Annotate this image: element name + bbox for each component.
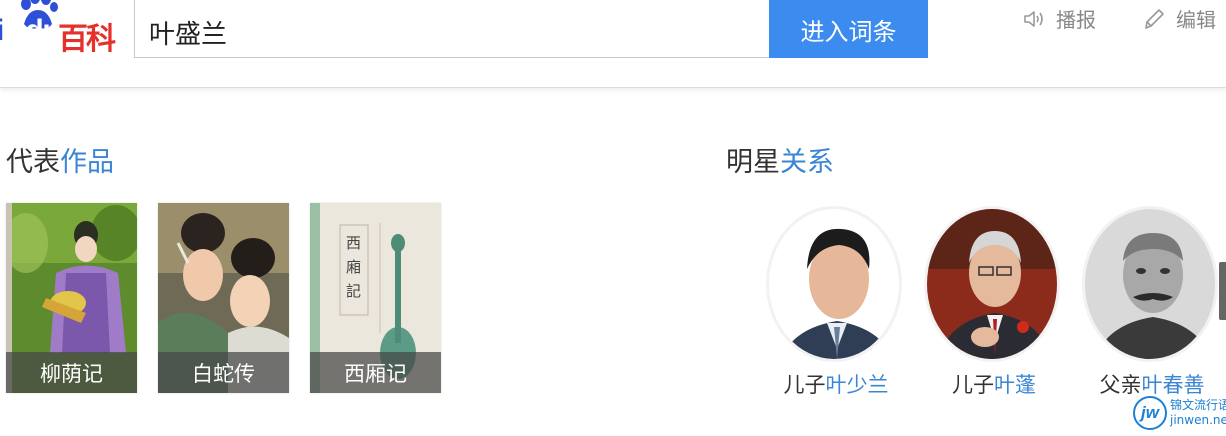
work-card-baishezhuan[interactable]: 白蛇传 — [158, 203, 289, 393]
logo-du-text: idu — [0, 14, 61, 47]
baidu-baike-logo[interactable]: idu 百科 — [0, 0, 120, 60]
play-label: 播报 — [1056, 8, 1096, 32]
pencil-icon — [1145, 8, 1164, 29]
star-relation: 儿子叶蓬 — [952, 373, 1036, 397]
work-card-liuyinji[interactable]: 柳荫记 — [6, 203, 137, 393]
work-title: 西厢记 — [310, 352, 441, 393]
watermark-line1: 锦文流行语 — [1170, 398, 1226, 412]
work-title: 白蛇传 — [158, 352, 289, 393]
enter-entry-button[interactable]: 进入词条 — [769, 0, 928, 58]
logo-baike-text: 百科 — [58, 22, 116, 57]
watermark-line2: jinwen.net — [1170, 413, 1226, 427]
ye-peng-avatar — [924, 206, 1060, 362]
ye-shaolan-avatar — [766, 206, 902, 362]
carousel-scroll-handle[interactable] — [1219, 262, 1226, 320]
top-header: idu 百科 叶盛兰 进入词条 播报 编辑 — [0, 0, 1226, 88]
jinwen-watermark: jw 锦文流行语 jinwen.net — [1133, 394, 1226, 434]
star-relations-section-title: 明星关系 — [726, 147, 834, 178]
edit-button[interactable]: 编辑 — [1142, 4, 1216, 33]
jinwen-logo-icon: jw — [1133, 396, 1167, 430]
book-cover-title: 西廂記 — [346, 234, 362, 300]
work-title: 柳荫记 — [6, 352, 137, 393]
speaker-icon — [1024, 10, 1043, 27]
play-button[interactable]: 播报 — [1022, 4, 1096, 33]
search-input[interactable]: 叶盛兰 — [134, 0, 770, 58]
ye-chunshan-avatar — [1082, 206, 1218, 362]
edit-label: 编辑 — [1176, 8, 1216, 32]
works-section-title: 代表作品 — [6, 147, 114, 178]
star-relation: 儿子叶少兰 — [783, 373, 889, 397]
work-card-xixiangji[interactable]: 西廂記 西厢记 — [310, 203, 441, 393]
